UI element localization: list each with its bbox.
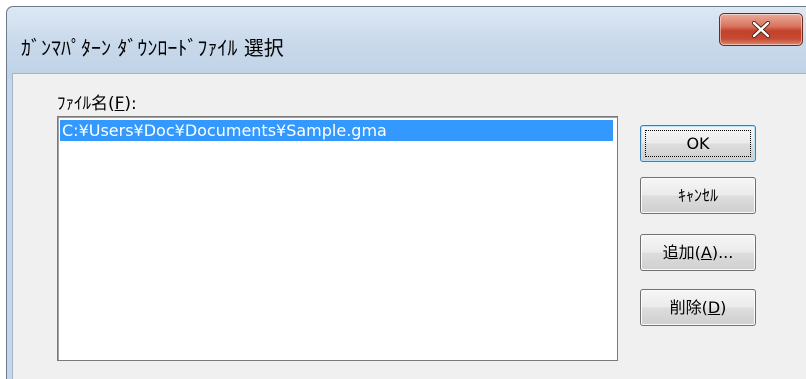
file-name-label: ﾌｧｲﾙ名(F): <box>57 94 137 114</box>
cancel-button[interactable]: ｷｬﾝｾﾙ <box>640 177 756 214</box>
delete-button-label: 削除(D) <box>669 298 727 317</box>
ok-button-label: OK <box>686 134 710 153</box>
close-button[interactable] <box>719 13 803 46</box>
ok-button[interactable]: OK <box>640 125 756 162</box>
file-listbox[interactable]: C:¥Users¥Doc¥Documents¥Sample.gma <box>57 116 618 361</box>
window-title: ｶﾞﾝﾏﾊﾟﾀｰﾝ ﾀﾞｳﾝﾛｰﾄﾞﾌｧｲﾙ 選択 <box>21 36 284 60</box>
delete-button[interactable]: 削除(D) <box>640 289 756 326</box>
add-button[interactable]: 追加(A)... <box>640 234 756 271</box>
close-icon <box>751 21 771 38</box>
file-name-mnemonic: F <box>114 94 125 114</box>
list-item-selected[interactable]: C:¥Users¥Doc¥Documents¥Sample.gma <box>60 120 613 141</box>
add-button-label: 追加(A)... <box>662 243 734 262</box>
dialog-window: ｶﾞﾝﾏﾊﾟﾀｰﾝ ﾀﾞｳﾝﾛｰﾄﾞﾌｧｲﾙ 選択 ﾌｧｲﾙ名(F): C:¥U… <box>6 6 806 379</box>
dialog-body: ﾌｧｲﾙ名(F): C:¥Users¥Doc¥Documents¥Sample.… <box>12 73 806 379</box>
cancel-button-label: ｷｬﾝｾﾙ <box>677 186 718 205</box>
title-bar[interactable]: ｶﾞﾝﾏﾊﾟﾀｰﾝ ﾀﾞｳﾝﾛｰﾄﾞﾌｧｲﾙ 選択 <box>7 7 806 79</box>
